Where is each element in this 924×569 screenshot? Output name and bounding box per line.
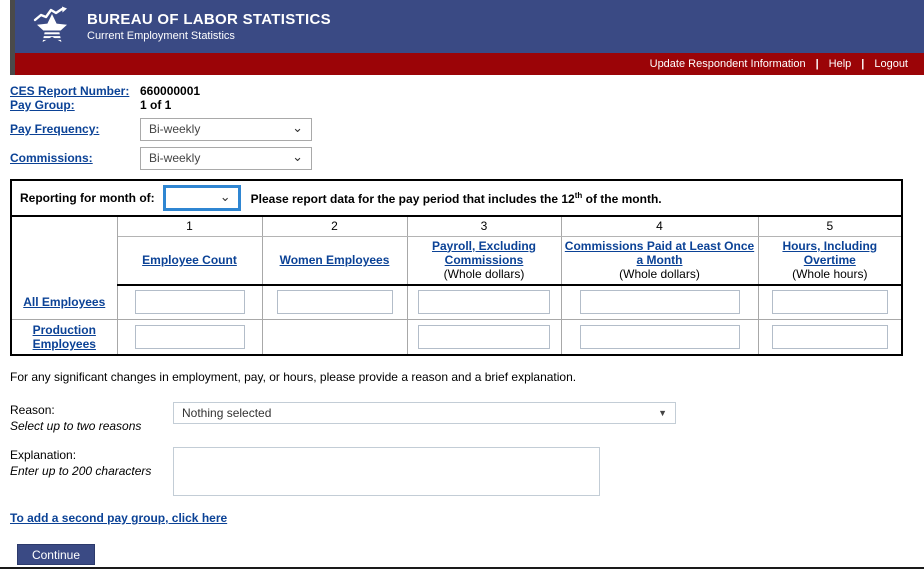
column-unit-note: (Whole dollars): [564, 267, 756, 281]
column-unit-note: (Whole hours): [761, 267, 900, 281]
dropdown-caret-icon: ▼: [658, 408, 667, 418]
continue-button[interactable]: Continue: [17, 544, 95, 565]
ces-report-number-link[interactable]: CES Report Number:: [10, 84, 129, 98]
reason-label-block: Reason: Select up to two reasons: [10, 402, 173, 434]
reason-select[interactable]: Nothing selected ▼: [173, 402, 676, 424]
all-employees-link[interactable]: All Employees: [23, 295, 105, 309]
nav-separator: |: [861, 58, 864, 70]
row-header-spacer: [11, 216, 117, 285]
ces-report-number-value: 660000001: [140, 84, 200, 98]
women-employees-link[interactable]: Women Employees: [280, 253, 390, 267]
reporting-month-select[interactable]: ⌄: [163, 185, 241, 211]
pay-frequency-select[interactable]: Bi-weekly ⌄: [140, 118, 312, 141]
chevron-down-icon: ⌄: [292, 121, 303, 134]
report-table: Reporting for month of: ⌄ Please report …: [10, 179, 903, 356]
help-link[interactable]: Help: [829, 58, 852, 70]
table-row-all-employees: All Employees: [11, 285, 902, 320]
nav-separator: |: [816, 58, 819, 70]
employee-count-link[interactable]: Employee Count: [142, 253, 237, 267]
production-payroll-input[interactable]: [418, 325, 550, 349]
reason-label: Reason:: [10, 402, 173, 418]
commissions-paid-link[interactable]: Commissions Paid at Least Once a Month: [565, 239, 754, 267]
commissions-select[interactable]: Bi-weekly ⌄: [140, 147, 312, 170]
column-number: 5: [758, 216, 902, 236]
all-employees-count-input[interactable]: [135, 290, 245, 314]
pay-group-value: 1 of 1: [140, 98, 171, 112]
table-row-production-employees: Production Employees: [11, 320, 902, 355]
commissions-link[interactable]: Commissions:: [10, 151, 93, 165]
column-unit-note: (Whole dollars): [410, 267, 559, 281]
update-respondent-link[interactable]: Update Respondent Information: [650, 58, 806, 70]
commissions-value: Bi-weekly: [149, 151, 292, 165]
pay-frequency-value: Bi-weekly: [149, 122, 292, 136]
column-number: 4: [561, 216, 758, 236]
chevron-down-icon: ⌄: [292, 150, 303, 163]
add-second-pay-group-link[interactable]: To add a second pay group, click here: [10, 511, 227, 525]
pay-frequency-link[interactable]: Pay Frequency:: [10, 122, 99, 136]
production-commissions-input[interactable]: [580, 325, 740, 349]
production-hours-input[interactable]: [772, 325, 888, 349]
app-subtitle: Current Employment Statistics: [87, 30, 331, 42]
reporting-month-label: Reporting for month of:: [20, 191, 155, 205]
chevron-down-icon: ⌄: [220, 190, 231, 203]
all-payroll-input[interactable]: [418, 290, 550, 314]
explanation-hint: Enter up to 200 characters: [10, 463, 173, 479]
masthead: BUREAU OF LABOR STATISTICS Current Emplo…: [10, 0, 924, 75]
utility-nav: Update Respondent Information | Help | L…: [15, 53, 924, 75]
reason-hint: Select up to two reasons: [10, 418, 173, 434]
reporting-note: Please report data for the pay period th…: [251, 191, 662, 206]
explanation-label: Explanation:: [10, 447, 173, 463]
logout-link[interactable]: Logout: [874, 58, 908, 70]
app-title: BUREAU OF LABOR STATISTICS: [87, 11, 331, 28]
column-number: 3: [407, 216, 561, 236]
bls-star-logo: [29, 6, 75, 48]
page-content: CES Report Number: 660000001 Pay Group: …: [0, 75, 924, 569]
empty-cell: [262, 320, 407, 355]
explanation-label-block: Explanation: Enter up to 200 characters: [10, 447, 173, 496]
hours-including-overtime-link[interactable]: Hours, Including Overtime: [782, 239, 877, 267]
reason-selected-value: Nothing selected: [182, 406, 658, 420]
column-number: 2: [262, 216, 407, 236]
changes-intro-text: For any significant changes in employmen…: [10, 370, 908, 384]
all-hours-input[interactable]: [772, 290, 888, 314]
production-employees-link[interactable]: Production Employees: [33, 323, 96, 351]
header-bar: BUREAU OF LABOR STATISTICS Current Emplo…: [15, 0, 924, 53]
column-number: 1: [117, 216, 262, 236]
explanation-textarea[interactable]: [173, 447, 600, 496]
pay-group-link[interactable]: Pay Group:: [10, 98, 75, 112]
all-women-employees-input[interactable]: [277, 290, 393, 314]
production-employees-count-input[interactable]: [135, 325, 245, 349]
payroll-excluding-commissions-link[interactable]: Payroll, Excluding Commissions: [432, 239, 536, 267]
all-commissions-input[interactable]: [580, 290, 740, 314]
